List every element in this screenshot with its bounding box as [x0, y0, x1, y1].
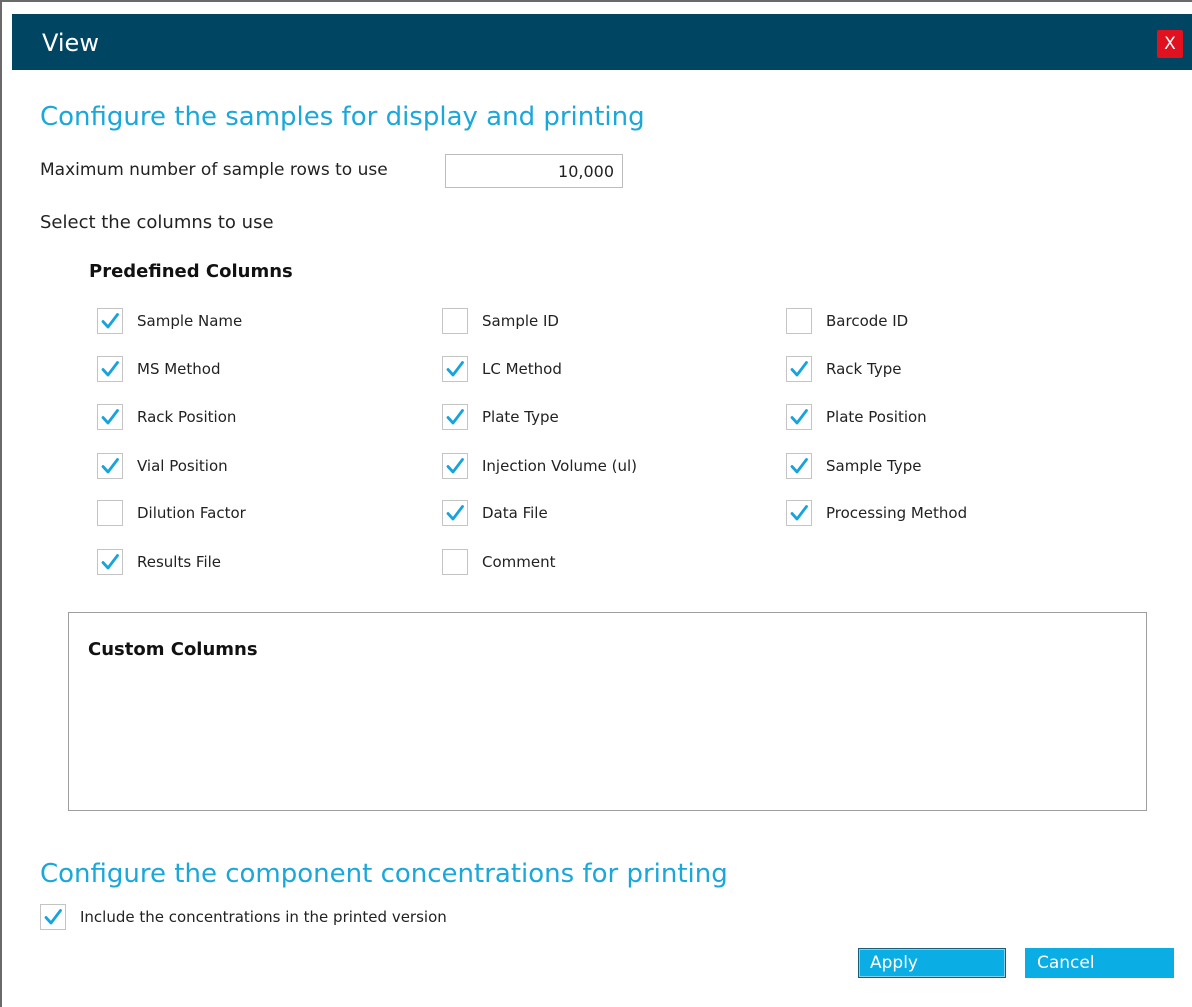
checkbox-label: Results File: [137, 553, 222, 571]
checkbox-label: Sample ID: [482, 312, 559, 330]
select-columns-label: Select the columns to use: [40, 212, 274, 233]
checkmark-icon: [790, 458, 808, 474]
checkmark-icon: [101, 554, 119, 570]
checkbox-label: LC Method: [482, 360, 562, 378]
checkmark-icon: [101, 409, 119, 425]
checkmark-icon: [446, 458, 464, 474]
checkbox-ms-method[interactable]: MS Method: [97, 355, 221, 383]
checkbox-label: Barcode ID: [826, 312, 909, 330]
checkbox-box[interactable]: [442, 500, 468, 526]
samples-heading: Configure the samples for display and pr…: [40, 102, 645, 132]
checkbox-box[interactable]: [786, 308, 812, 334]
checkbox-label: Data File: [482, 504, 548, 522]
checkbox-label: Vial Position: [137, 457, 228, 475]
checkbox-processing-method[interactable]: Processing Method: [786, 499, 967, 527]
checkmark-icon: [101, 458, 119, 474]
checkmark-icon: [790, 409, 808, 425]
close-button[interactable]: X: [1157, 30, 1183, 58]
checkbox-box[interactable]: [97, 308, 123, 334]
checkbox-sample-name[interactable]: Sample Name: [97, 307, 242, 335]
checkbox-box[interactable]: [97, 356, 123, 382]
view-dialog: View X Configure the samples for display…: [0, 0, 1192, 1007]
dialog-title: View: [42, 29, 99, 57]
checkbox-injection-volume[interactable]: Injection Volume (ul): [442, 452, 637, 480]
checkbox-box[interactable]: [786, 404, 812, 430]
checkbox-lc-method[interactable]: LC Method: [442, 355, 562, 383]
custom-columns-panel: Custom Columns: [68, 612, 1147, 811]
checkbox-box[interactable]: [442, 356, 468, 382]
checkbox-label: Dilution Factor: [137, 504, 246, 522]
checkbox-box[interactable]: [442, 453, 468, 479]
checkbox-label: Plate Type: [482, 408, 559, 426]
checkbox-rack-position[interactable]: Rack Position: [97, 403, 236, 431]
checkmark-icon: [446, 409, 464, 425]
checkbox-rack-type[interactable]: Rack Type: [786, 355, 901, 383]
checkbox-label: Rack Position: [137, 408, 237, 426]
checkbox-box[interactable]: [786, 500, 812, 526]
checkbox-sample-id[interactable]: Sample ID: [442, 307, 559, 335]
checkbox-dilution-factor[interactable]: Dilution Factor: [97, 499, 246, 527]
checkmark-icon: [446, 505, 464, 521]
checkmark-icon: [101, 313, 119, 329]
custom-columns-title: Custom Columns: [88, 639, 258, 660]
checkbox-label: Sample Name: [137, 312, 243, 330]
checkmark-icon: [790, 361, 808, 377]
cancel-button[interactable]: Cancel: [1025, 948, 1174, 978]
checkbox-box[interactable]: [97, 500, 123, 526]
checkbox-comment[interactable]: Comment: [442, 548, 556, 576]
checkbox-box[interactable]: [97, 404, 123, 430]
checkbox-label: Include the concentrations in the printe…: [80, 908, 447, 926]
checkmark-icon: [44, 909, 62, 925]
concentrations-heading: Configure the component concentrations f…: [40, 859, 728, 889]
predefined-columns-title: Predefined Columns: [89, 261, 293, 282]
checkbox-data-file[interactable]: Data File: [442, 499, 548, 527]
checkbox-vial-position[interactable]: Vial Position: [97, 452, 228, 480]
checkbox-box[interactable]: [442, 308, 468, 334]
apply-button[interactable]: Apply: [858, 948, 1006, 978]
checkmark-icon: [101, 361, 119, 377]
max-rows-input[interactable]: [445, 154, 623, 188]
checkbox-box[interactable]: [97, 453, 123, 479]
checkbox-label: Plate Position: [826, 408, 927, 426]
checkbox-label: Injection Volume (ul): [482, 457, 638, 475]
checkbox-box[interactable]: [40, 904, 66, 930]
checkbox-box[interactable]: [442, 549, 468, 575]
checkbox-label: Processing Method: [826, 504, 968, 522]
checkbox-box[interactable]: [786, 453, 812, 479]
checkbox-sample-type[interactable]: Sample Type: [786, 452, 921, 480]
checkbox-plate-position[interactable]: Plate Position: [786, 403, 927, 431]
checkbox-label: Rack Type: [826, 360, 902, 378]
max-rows-label: Maximum number of sample rows to use: [40, 160, 388, 180]
checkbox-box[interactable]: [97, 549, 123, 575]
checkbox-label: MS Method: [137, 360, 221, 378]
checkbox-box[interactable]: [786, 356, 812, 382]
checkmark-icon: [790, 505, 808, 521]
checkbox-label: Comment: [482, 553, 556, 571]
checkbox-include-concentrations[interactable]: Include the concentrations in the printe…: [40, 903, 447, 931]
checkbox-results-file[interactable]: Results File: [97, 548, 221, 576]
checkbox-barcode-id[interactable]: Barcode ID: [786, 307, 908, 335]
checkbox-box[interactable]: [442, 404, 468, 430]
checkbox-label: Sample Type: [826, 457, 922, 475]
title-bar: View X: [12, 14, 1192, 70]
checkbox-plate-type[interactable]: Plate Type: [442, 403, 559, 431]
checkmark-icon: [446, 361, 464, 377]
